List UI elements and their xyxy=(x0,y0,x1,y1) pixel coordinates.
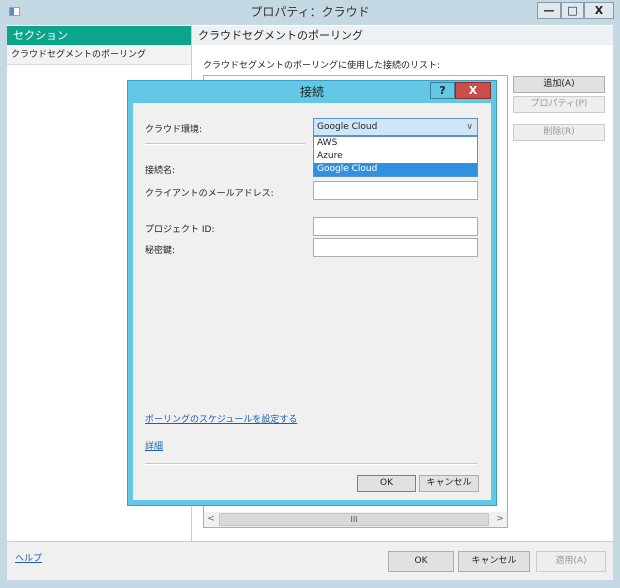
maximize-button[interactable]: □ xyxy=(561,2,584,19)
secret-key-label: 秘密鍵: xyxy=(145,246,176,256)
option-azure[interactable]: Azure xyxy=(314,150,477,163)
help-link[interactable]: ヘルプ xyxy=(15,551,42,564)
cloud-env-value: Google Cloud xyxy=(317,122,378,132)
dialog-ok-button[interactable]: OK xyxy=(357,475,416,492)
cloud-env-dropdown: AWS Azure Google Cloud xyxy=(313,136,478,177)
option-google-cloud[interactable]: Google Cloud xyxy=(314,163,477,176)
connection-name-label: 接続名: xyxy=(145,166,176,176)
close-button[interactable]: X xyxy=(584,2,614,19)
dialog-body: クラウド環境: Google Cloud ∨ AWS Azure Google … xyxy=(133,103,491,500)
ok-button[interactable]: OK xyxy=(388,551,454,572)
client-email-label: クライアントのメールアドレス: xyxy=(145,189,274,199)
horizontal-scrollbar[interactable]: < III > xyxy=(204,512,507,527)
chevron-down-icon: ∨ xyxy=(466,122,473,132)
separator xyxy=(145,143,305,145)
properties-button[interactable]: プロパティ(P) xyxy=(513,96,605,113)
schedule-link[interactable]: ポーリングのスケジュールを設定する xyxy=(145,412,297,425)
cloud-env-label: クラウド環境: xyxy=(145,125,203,135)
client-email-input[interactable] xyxy=(313,181,478,200)
details-link[interactable]: 詳細 xyxy=(145,439,163,452)
sidebar-header: セクション xyxy=(7,26,191,45)
add-button[interactable]: 追加(A) xyxy=(513,76,605,93)
project-id-label: プロジェクト ID: xyxy=(145,225,215,235)
minimize-button[interactable]: — xyxy=(537,2,561,19)
sidebar-item-cloud-polling[interactable]: クラウドセグメントのポーリング xyxy=(7,45,191,65)
connection-dialog: 接続 ? X クラウド環境: Google Cloud ∨ AWS Azure … xyxy=(127,80,497,506)
scroll-thumb[interactable]: III xyxy=(219,513,489,526)
scroll-right-button[interactable]: > xyxy=(493,512,507,527)
pane-title: クラウドセグメントのポーリング xyxy=(192,26,613,45)
apply-button[interactable]: 適用(A) xyxy=(536,551,606,572)
window-title: プロパティ：クラウド xyxy=(250,5,370,19)
dialog-cancel-button[interactable]: キャンセル xyxy=(419,475,479,492)
cloud-env-select[interactable]: Google Cloud ∨ xyxy=(313,118,478,136)
dialog-close-button[interactable]: X xyxy=(455,82,491,99)
app-icon xyxy=(9,7,20,16)
delete-button[interactable]: 削除(R) xyxy=(513,124,605,141)
dialog-help-button[interactable]: ? xyxy=(430,82,455,99)
list-label: クラウドセグメントのポーリングに使用した接続のリスト: xyxy=(203,61,441,71)
project-id-input[interactable] xyxy=(313,217,478,236)
scroll-left-button[interactable]: < xyxy=(204,512,218,527)
separator xyxy=(145,463,477,465)
cancel-button[interactable]: キャンセル xyxy=(458,551,530,572)
secret-key-input[interactable] xyxy=(313,238,478,257)
option-aws[interactable]: AWS xyxy=(314,137,477,150)
